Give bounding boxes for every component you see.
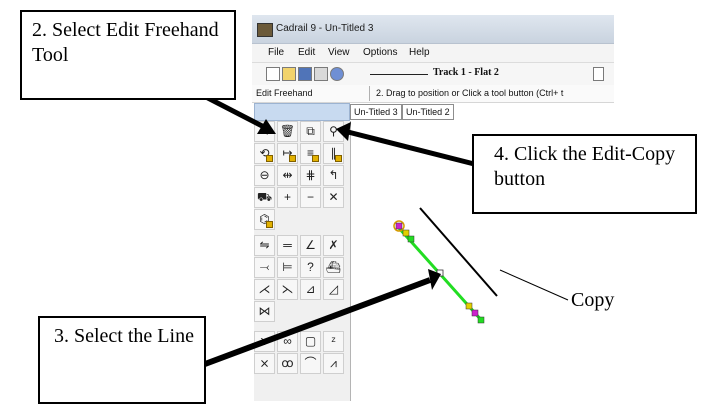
pointer-icon[interactable]: ↖ <box>254 121 275 142</box>
bars-tool-icon[interactable]: ∥ <box>323 143 344 164</box>
diverge2-tool-icon[interactable]: ⋋ <box>277 279 298 300</box>
line-style-sample <box>370 74 428 75</box>
x2-tool-icon[interactable]: ⨯ <box>254 353 275 374</box>
square-tool-icon[interactable]: ▢ <box>300 331 321 352</box>
print-icon[interactable] <box>314 67 328 81</box>
copy-icon[interactable]: ⧉ <box>300 121 321 142</box>
new-file-icon[interactable] <box>266 67 280 81</box>
copy-label: Copy <box>571 289 615 311</box>
tool-palette: ↖ 🗑 ⧉ ⚲ ⟲ ↦ ≡ ∥ ⊖ ⇹ ⋕ ↰ ⛟ + − ✕ ⌬ ⇋ ═ ∠ … <box>254 121 351 401</box>
status-hint: 2. Drag to position or Click a tool butt… <box>376 88 564 98</box>
save-disk-icon[interactable] <box>298 67 312 81</box>
crossover-tool-icon[interactable]: ⋈ <box>254 301 275 322</box>
z-tool-icon[interactable]: ᶻ <box>323 331 344 352</box>
rotate-tool-icon[interactable]: ⟲ <box>254 143 275 164</box>
wye-tool-icon[interactable]: ⋎ <box>254 331 275 352</box>
hash-tool-icon[interactable]: ⋕ <box>300 165 321 186</box>
flat-tool-icon[interactable]: ═ <box>277 235 298 256</box>
diverge4-tool-icon[interactable]: ◿ <box>323 279 344 300</box>
window-title: Cadrail 9 - Un-Titled 3 <box>276 23 374 34</box>
branch-tool-icon[interactable]: ⤙ <box>254 257 275 278</box>
oo-tool-icon[interactable]: ꝏ <box>277 353 298 374</box>
toolbar: Track 1 - Flat 2 <box>252 62 614 86</box>
query-tool-icon[interactable]: ? <box>300 257 321 278</box>
curve-tool-icon[interactable]: ↰ <box>323 165 344 186</box>
app-icon <box>257 23 273 37</box>
menu-bar: File Edit View Options Help <box>252 44 614 62</box>
tab-untitled-2[interactable]: Un-Titled 2 <box>402 104 454 120</box>
loop-tool-icon[interactable]: ∞ <box>277 331 298 352</box>
document-tabs: Un-Titled 3 Un-Titled 2 <box>252 103 614 121</box>
arc-tool-icon[interactable]: ⌒ <box>300 353 321 374</box>
open-folder-icon[interactable] <box>282 67 296 81</box>
grid-icon[interactable] <box>593 67 604 81</box>
arc2-tool-icon[interactable]: ⩘ <box>323 353 344 374</box>
diverge3-tool-icon[interactable]: ⊿ <box>300 279 321 300</box>
diverge-tool-icon[interactable]: ⋌ <box>254 279 275 300</box>
trash-icon[interactable]: 🗑 <box>277 121 298 142</box>
loco-tool-icon[interactable]: ⛴ <box>323 257 344 278</box>
callout-step4: 4. Click the Edit-Copy button <box>472 134 697 214</box>
shape-icon[interactable]: ⚲ <box>323 121 344 142</box>
ruler-tool-icon[interactable]: ⇹ <box>277 165 298 186</box>
tab-untitled-3[interactable]: Un-Titled 3 <box>350 104 402 120</box>
status-mode: Edit Freehand <box>256 88 313 98</box>
move-tool-icon[interactable]: ↦ <box>277 143 298 164</box>
stack-tool-icon[interactable]: ≡ <box>300 143 321 164</box>
status-divider <box>369 86 370 101</box>
menu-options[interactable]: Options <box>363 47 397 58</box>
menu-file[interactable]: File <box>268 47 284 58</box>
menu-edit[interactable]: Edit <box>298 47 315 58</box>
menu-help[interactable]: Help <box>409 47 430 58</box>
circle-tool-icon[interactable]: ⊖ <box>254 165 275 186</box>
x-tool-icon[interactable]: ✗ <box>323 235 344 256</box>
minus-tool-icon[interactable]: − <box>300 187 321 208</box>
menu-view[interactable]: View <box>328 47 350 58</box>
tab-spacer <box>254 103 350 121</box>
callout-step3: 3. Select the Line <box>38 316 206 404</box>
cross-tool-icon[interactable]: ✕ <box>323 187 344 208</box>
measure-tool-icon[interactable]: ⊨ <box>277 257 298 278</box>
tag-tool-icon[interactable]: ⌬ <box>254 209 275 230</box>
help-icon[interactable] <box>330 67 344 81</box>
callout-step2: 2. Select Edit Freehand Tool <box>20 10 236 100</box>
switch-tool-icon[interactable]: ⇋ <box>254 235 275 256</box>
track-selector[interactable]: Track 1 - Flat 2 <box>433 67 499 78</box>
car-tool-icon[interactable]: ⛟ <box>254 187 275 208</box>
angle-tool-icon[interactable]: ∠ <box>300 235 321 256</box>
title-bar: Cadrail 9 - Un-Titled 3 <box>252 15 614 44</box>
add-tool-icon[interactable]: + <box>277 187 298 208</box>
status-bar: Edit Freehand 2. Drag to position or Cli… <box>252 85 614 103</box>
